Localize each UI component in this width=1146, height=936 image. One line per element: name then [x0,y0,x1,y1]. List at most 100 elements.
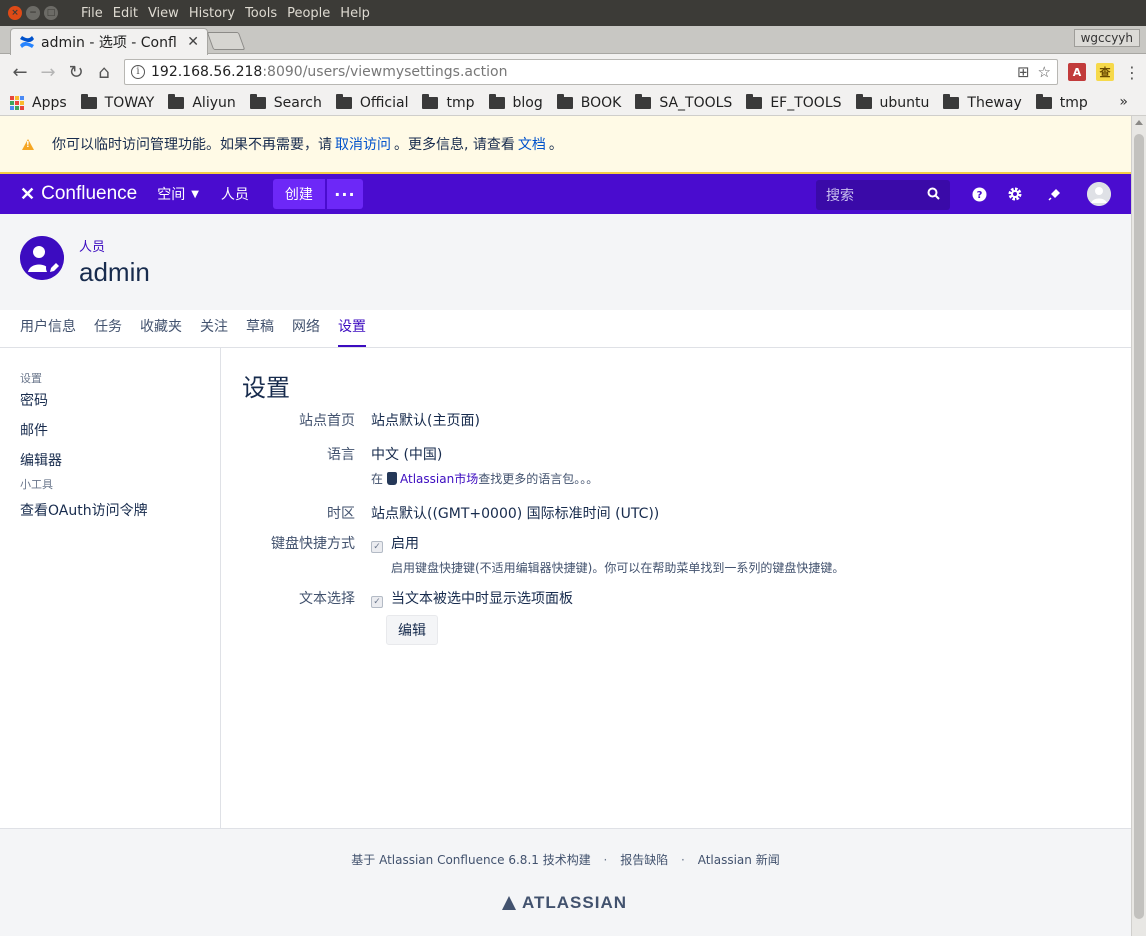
spaces-label: 空间 [157,187,186,203]
window-close-button[interactable]: × [8,6,22,20]
menu-edit[interactable]: Edit [108,6,143,21]
docs-link[interactable]: 文档 [518,134,546,154]
built-on-link[interactable]: 基于 Atlassian Confluence 6.8.1 技术构建 [351,853,590,867]
bookmark-label: tmp [1059,94,1088,111]
bookmark-label: Search [273,94,322,111]
search-input[interactable]: 搜索 [816,180,950,210]
bookmark-folder[interactable]: BOOK [556,93,622,111]
shortcuts-label: 键盘快捷方式 [271,536,355,552]
report-bug-link[interactable]: 报告缺陷 [620,853,668,867]
marketplace-bag-icon [387,472,398,485]
folder-icon [488,93,505,109]
create-button[interactable]: 创建 [272,179,325,209]
edit-button[interactable]: 编辑 [386,615,438,645]
extension-dict-icon[interactable]: 查 [1096,63,1114,81]
revoke-access-link[interactable]: 取消访问 [335,134,391,154]
bookmark-folder[interactable]: Search [249,93,322,111]
scroll-up-arrow-icon[interactable] [1135,120,1143,125]
tab-watching[interactable]: 关注 [200,316,228,347]
tab-network[interactable]: 网络 [292,316,320,347]
menu-tools[interactable]: Tools [240,6,282,21]
page-title: admin [79,257,150,287]
sidebar-item-oauth-tokens[interactable]: 查看OAuth访问令牌 [20,500,220,520]
admin-access-banner: 你可以临时访问管理功能。如果不再需要，请 取消访问 。更多信息, 请查看 文档 … [0,116,1131,174]
text-selection-label: 文本选择 [299,591,355,607]
marketplace-link[interactable]: Atlassian市场 [400,472,478,486]
help-icon[interactable]: ? [971,186,987,202]
menu-view[interactable]: View [143,6,184,21]
page-footer: 基于 Atlassian Confluence 6.8.1 技术构建 · 报告缺… [0,828,1131,936]
sidebar-item-password[interactable]: 密码 [20,390,220,410]
window-minimize-button[interactable]: − [26,6,40,20]
confluence-logo[interactable]: ✕ Confluence [20,183,137,205]
people-link[interactable]: 人员 [221,184,249,204]
bookmark-folder[interactable]: Official [335,93,408,111]
atlassian-logo[interactable]: ATLASSIAN [502,893,627,913]
new-tab-button[interactable] [206,32,246,50]
bookmark-label: BOOK [580,94,622,111]
bookmark-folder[interactable]: blog [488,93,543,111]
forward-button[interactable]: → [34,58,62,86]
bookmark-folder[interactable]: tmp [1035,93,1088,111]
folder-icon [943,93,960,109]
bookmarks-overflow-button[interactable]: » [1119,94,1128,110]
timezone-row: 时区 站点默认((GMT+0000) 国际标准时间 (UTC)) [242,503,659,523]
bookmark-star-icon[interactable]: ☆ [1038,63,1051,81]
scrollbar-thumb[interactable] [1134,134,1144,919]
bookmark-folder[interactable]: Aliyun [168,93,236,111]
bookmark-apps[interactable]: Apps [10,95,67,111]
bookmark-folder[interactable]: tmp [422,93,475,111]
banner-text: 你可以临时访问管理功能。如果不再需要，请 [52,137,332,153]
profile-button[interactable]: wgccyyh [1073,29,1140,47]
settings-gear-icon[interactable] [1007,186,1023,202]
app-menu: File Edit View History Tools People Help [76,6,375,21]
folder-icon [635,93,652,109]
bookmark-folder[interactable]: Theway [943,93,1022,111]
tab-settings[interactable]: 设置 [338,316,366,347]
text-selection-checkbox: ✓ [371,596,383,608]
more-options-button[interactable]: ··· [326,179,363,209]
tab-close-icon[interactable]: ✕ [187,34,199,50]
back-button[interactable]: ← [6,58,34,86]
bookmark-folder[interactable]: ubuntu [855,93,929,111]
page-scrollbar[interactable] [1131,116,1146,936]
sidebar-item-editor[interactable]: 编辑器 [20,450,220,470]
search-icon[interactable] [927,187,940,204]
menu-people[interactable]: People [282,6,335,21]
translate-icon[interactable]: ⊞ [1017,63,1030,81]
reload-button[interactable]: ↻ [62,58,90,86]
menu-file[interactable]: File [76,6,108,21]
banner-text: 。更多信息, 请查看 [394,137,515,153]
notifications-icon[interactable] [1046,186,1062,202]
menu-help[interactable]: Help [335,6,375,21]
bookmark-folder[interactable]: TOWAY [80,93,154,111]
settings-title: 设置 [242,374,290,402]
bookmark-folder[interactable]: EF_TOOLS [746,93,842,111]
url-text[interactable]: 192.168.56.218:8090/users/viewmysettings… [151,64,1009,80]
sidebar-item-email[interactable]: 邮件 [20,420,220,440]
window-maximize-button[interactable]: □ [44,6,58,20]
atlassian-news-link[interactable]: Atlassian 新闻 [698,853,780,867]
tab-user-info[interactable]: 用户信息 [20,316,76,347]
site-info-icon[interactable]: i [131,65,145,79]
text-selection-row: 文本选择 ✓ 当文本被选中时显示选项面板 [242,588,573,608]
url-host: 192.168.56.218 [151,64,263,80]
tab-favourites[interactable]: 收藏夹 [140,316,182,347]
address-bar[interactable]: i 192.168.56.218:8090/users/viewmysettin… [124,59,1058,85]
browser-menu-icon[interactable]: ⋮ [1124,63,1140,82]
tab-tasks[interactable]: 任务 [94,316,122,347]
tab-drafts[interactable]: 草稿 [246,316,274,347]
home-button[interactable]: ⌂ [90,58,118,86]
breadcrumb[interactable]: 人员 [79,236,105,255]
language-hint-prefix: 在 [371,472,384,486]
shortcuts-value: ✓ 启用 [371,533,844,553]
extension-a-icon[interactable]: A [1068,63,1086,81]
spaces-menu[interactable]: 空间 ▼ [157,184,199,204]
menu-history[interactable]: History [184,6,240,21]
browser-tab[interactable]: admin - 选项 - Confl ✕ [10,28,208,55]
folder-icon [746,93,763,109]
user-avatar[interactable] [1087,182,1111,206]
language-value: 中文 (中国) [371,447,443,463]
bookmark-folder[interactable]: SA_TOOLS [635,93,732,111]
tab-strip: admin - 选项 - Confl ✕ wgccyyh [0,26,1146,55]
